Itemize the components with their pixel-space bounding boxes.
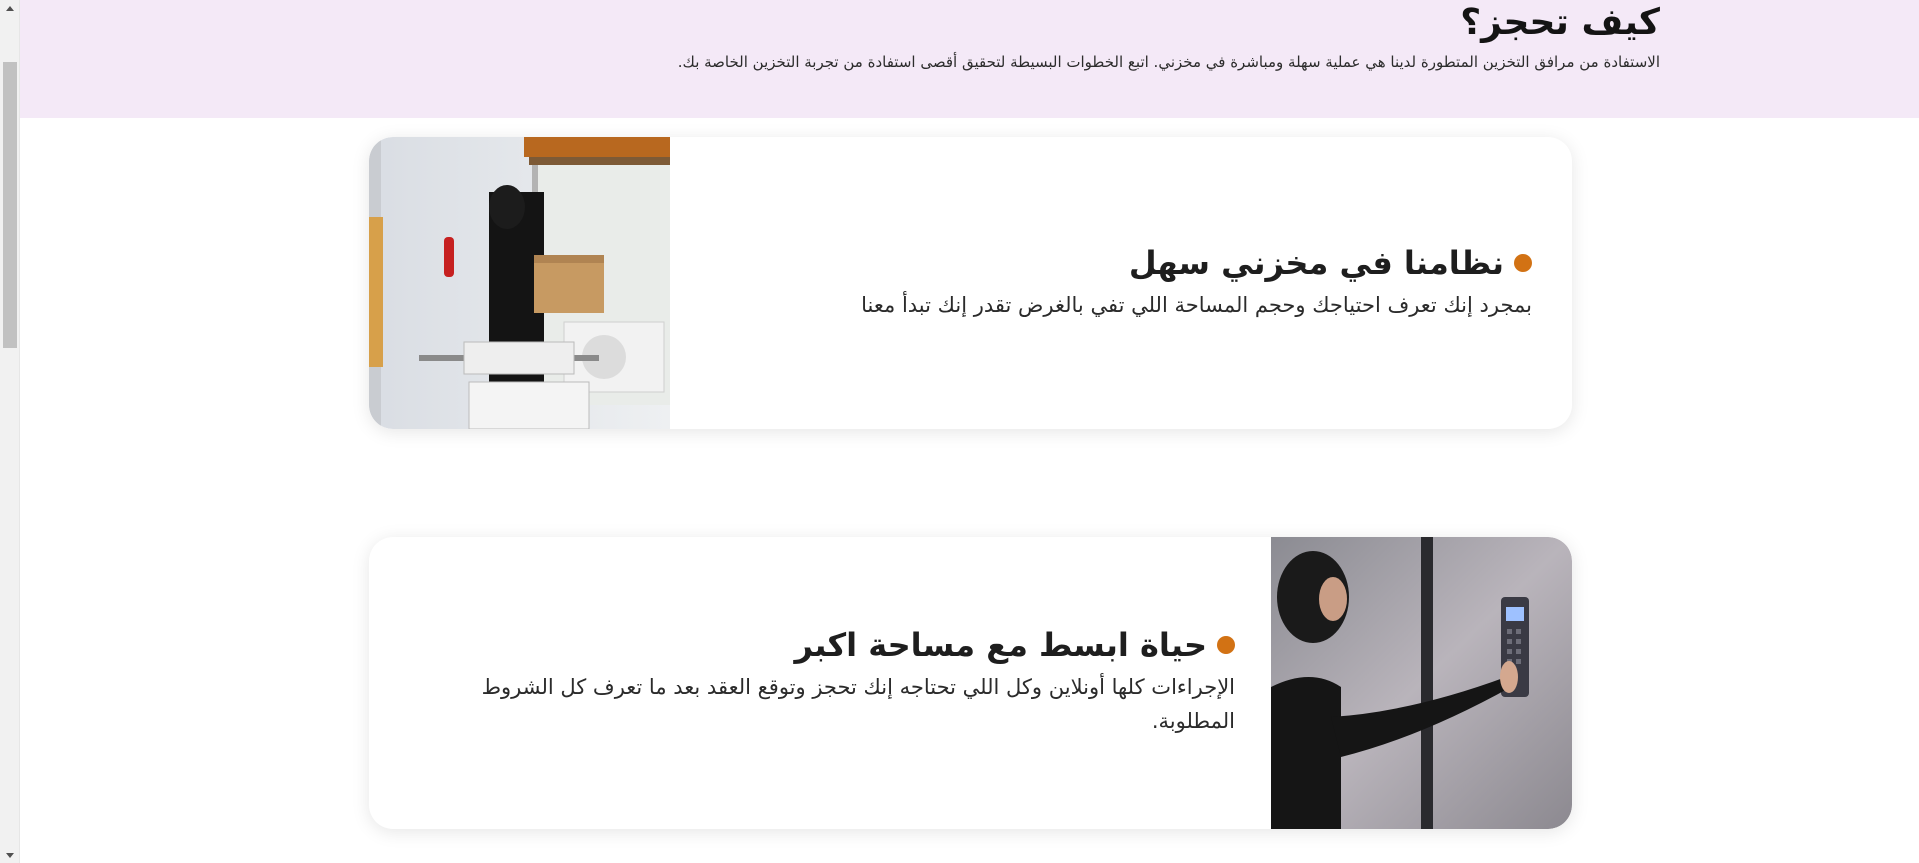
- card-title: حياة ابسط مع مساحة اكبر: [435, 625, 1235, 665]
- card-title: نظامنا في مخزني سهل: [792, 243, 1532, 283]
- feature-card-easy-system: نظامنا في مخزني سهل بمجرد إنك تعرف احتيا…: [369, 137, 1572, 429]
- card-description: بمجرد إنك تعرف احتياجك وحجم المساحة اللي…: [861, 293, 1532, 317]
- page: كيف تحجز؟ الاستفادة من مرافق التخزين الم…: [0, 0, 1919, 863]
- woman-using-keypad-photo: [1271, 537, 1572, 829]
- orange-bullet-icon: [1514, 254, 1532, 272]
- card-title-text: نظامنا في مخزني سهل: [1128, 244, 1504, 282]
- card-description: الإجراءات كلها أونلاين وكل اللي تحتاجه إ…: [481, 675, 1235, 733]
- feature-card-simpler-life: حياة ابسط مع مساحة اكبر الإجراءات كلها أ…: [369, 537, 1572, 829]
- scroll-down-arrow-icon[interactable]: [0, 847, 20, 863]
- how-to-book-header: كيف تحجز؟ الاستفادة من مرافق التخزين الم…: [20, 0, 1919, 118]
- scroll-up-arrow-icon[interactable]: [0, 0, 20, 16]
- section-subtitle: الاستفادة من مرافق التخزين المتطورة لدين…: [677, 53, 1660, 71]
- woman-carrying-box-photo: [369, 137, 670, 429]
- card-text-block: حياة ابسط مع مساحة اكبر الإجراءات كلها أ…: [435, 625, 1235, 738]
- vertical-scrollbar[interactable]: [0, 0, 20, 863]
- scrollbar-thumb[interactable]: [3, 62, 17, 348]
- orange-bullet-icon: [1217, 636, 1235, 654]
- card-text-block: نظامنا في مخزني سهل بمجرد إنك تعرف احتيا…: [792, 243, 1532, 323]
- section-title: كيف تحجز؟: [1460, 2, 1660, 43]
- card-title-text: حياة ابسط مع مساحة اكبر: [794, 626, 1207, 664]
